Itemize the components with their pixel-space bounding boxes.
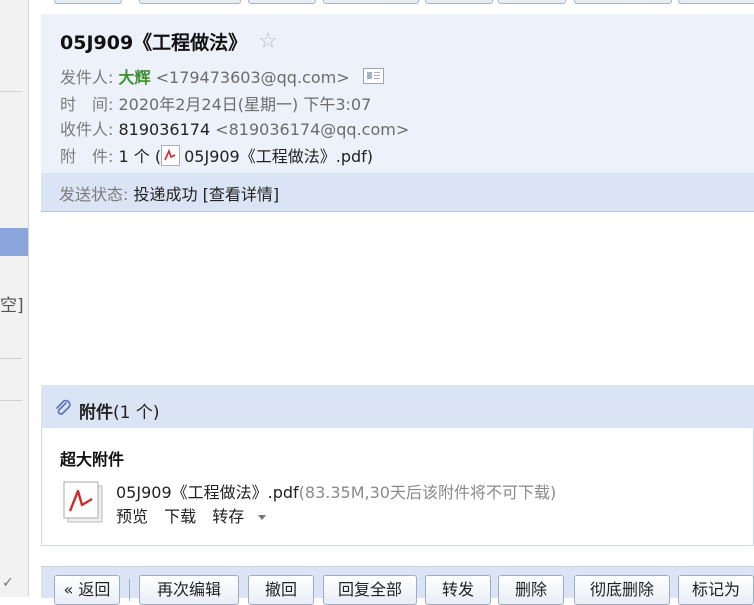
time-value: 2020年2月24日(星期一) 下午3:07: [118, 95, 372, 114]
attachments-count: 1 个 (: [118, 147, 162, 166]
pdf-file-icon[interactable]: [62, 480, 104, 524]
attachment-file-info: (83.35M,30天后该附件将不可下载): [298, 483, 557, 502]
from-row: 发件人: 大辉 <179473603@qq.com>: [60, 64, 384, 88]
to-label: 收件人:: [60, 120, 114, 139]
recipient-address: <819036174@qq.com>: [215, 120, 410, 139]
top-toolbar-button[interactable]: [323, 0, 419, 4]
top-toolbar-button[interactable]: [425, 0, 493, 4]
preview-link[interactable]: 预览: [116, 507, 148, 526]
sidebar-divider: [0, 400, 22, 401]
contact-card-icon[interactable]: [362, 68, 384, 84]
delete-permanently-button[interactable]: 彻底删除: [574, 575, 670, 605]
toolbar-separator: [129, 579, 130, 601]
download-link[interactable]: 下载: [164, 507, 196, 526]
sidebar-check-mark: ✓: [2, 575, 14, 591]
attachment-section-title: 附件(1 个): [79, 398, 159, 423]
send-status-bar: 发送状态: 投递成功 [查看详情]: [41, 173, 754, 212]
star-icon[interactable]: ☆: [258, 30, 278, 53]
sender-name[interactable]: 大辉: [119, 68, 151, 87]
attachment-section-header: 附件(1 个): [41, 385, 754, 428]
save-to-dropdown[interactable]: 转存: [212, 507, 267, 526]
sidebar-item-selected[interactable]: [0, 228, 28, 256]
attachment-type-label: 超大附件: [60, 450, 125, 469]
top-toolbar-button[interactable]: [498, 0, 566, 4]
caret-down-icon: [258, 515, 267, 520]
from-label: 发件人:: [60, 68, 114, 87]
reply-all-button[interactable]: 回复全部: [323, 575, 417, 605]
to-row: 收件人: 819036174 <819036174@qq.com>: [60, 116, 409, 140]
forward-button[interactable]: 转发: [425, 575, 491, 605]
paperclip-icon: [56, 399, 71, 415]
sidebar-divider: [0, 358, 22, 359]
top-toolbar-button[interactable]: [54, 0, 122, 4]
attachment-file-name[interactable]: 05J909《工程做法》.pdf: [116, 483, 299, 502]
delete-button[interactable]: 删除: [498, 575, 564, 605]
email-header: 05J909《工程做法》 ☆ 发件人: 大辉 <179473603@qq.com…: [41, 14, 754, 173]
save-to-label: 转存: [212, 507, 245, 526]
attachment-count: (1 个): [113, 403, 160, 423]
attachment-title: 附件: [79, 403, 113, 423]
back-button[interactable]: « 返回: [54, 575, 120, 605]
attachments-close: ): [366, 147, 374, 166]
sender-address: <179473603@qq.com>: [155, 68, 350, 87]
status-label: 发送状态:: [59, 185, 129, 204]
attachments-label: 附 件:: [60, 147, 114, 166]
edit-again-button[interactable]: 再次编辑: [139, 575, 239, 605]
attachments-row: 附 件: 1 个 ( 05J909《工程做法》.pdf): [60, 143, 373, 167]
sidebar-divider: [0, 91, 22, 92]
time-row: 时 间: 2020年2月24日(星期一) 下午3:07: [60, 91, 371, 115]
sidebar-empty-link[interactable]: 空]: [0, 291, 24, 316]
mark-as-button[interactable]: 标记为: [678, 575, 754, 605]
attachment-actions: 预览 下载 转存: [116, 503, 277, 527]
pdf-icon: [161, 145, 181, 166]
subject-row: 05J909《工程做法》 ☆: [60, 28, 278, 55]
top-toolbar-button[interactable]: [248, 0, 316, 4]
top-toolbar-button[interactable]: [139, 0, 241, 4]
recall-button[interactable]: 撤回: [248, 575, 314, 605]
top-toolbar-button[interactable]: [574, 0, 672, 4]
attachment-link[interactable]: 05J909《工程做法》.pdf: [184, 147, 367, 166]
folder-sidebar: 空] ✓: [0, 0, 29, 597]
top-toolbar-button[interactable]: [678, 0, 754, 4]
status-value: 投递成功: [133, 185, 198, 204]
recipient-name[interactable]: 819036174: [119, 120, 211, 139]
send-status: 发送状态: 投递成功 [查看详情]: [59, 181, 279, 205]
email-subject: 05J909《工程做法》: [60, 32, 248, 54]
attachment-file: 05J909《工程做法》.pdf(83.35M,30天后该附件将不可下载): [116, 479, 556, 503]
bottom-toolbar: « 返回 再次编辑 撤回 回复全部 转发 删除 彻底删除 标记为: [41, 566, 754, 605]
time-label: 时 间:: [60, 95, 114, 114]
attachment-section-body: 超大附件 05J909《工程做法》.pdf(83.35M,30天后该附件将不可下…: [41, 428, 754, 546]
view-details-link[interactable]: [查看详情]: [203, 185, 280, 204]
